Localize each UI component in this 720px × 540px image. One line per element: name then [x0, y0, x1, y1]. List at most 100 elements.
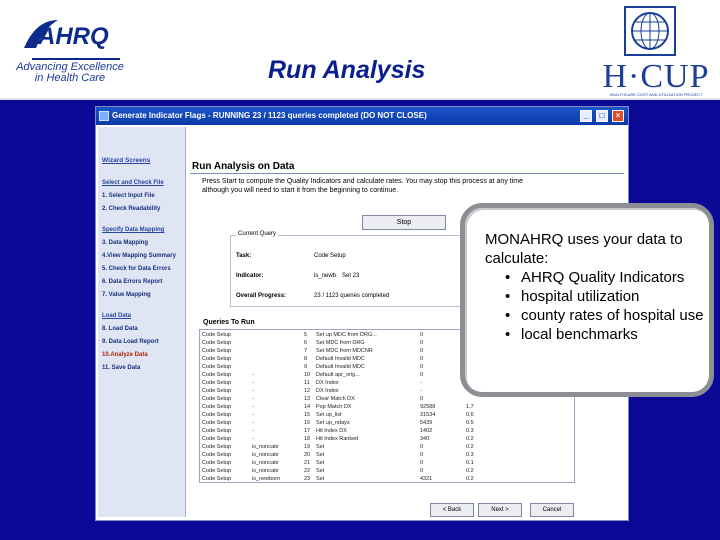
table-row[interactable]: Code Setup - 18 Hit Index Ranked 340 0.2 [200, 436, 574, 443]
table-cell: 1402 [420, 428, 433, 434]
table-cell: Code Setup [202, 476, 232, 482]
table-cell: 5439 [420, 420, 433, 426]
task-value: Code Setup [314, 253, 346, 259]
table-row[interactable]: Code Setup is_newborn 23 Set 4321 0.2 [200, 476, 574, 482]
wizard-step-current[interactable]: 10.Analyze Data [102, 352, 148, 358]
table-cell: Set [316, 452, 325, 458]
table-row[interactable]: Code Setup is_noncate 20 Set 0 0.3 [200, 452, 574, 459]
table-row[interactable]: Code Setup - 15 Set up_list 31534 0.6 [200, 412, 574, 419]
table-cell: 0 [420, 452, 424, 458]
wizard-title: Wizard Screens [102, 157, 151, 164]
table-row[interactable]: Code Setup - 14 Pop Match DX 92588 1.7 [200, 404, 574, 411]
content-description: Press Start to compute the Quality Indic… [202, 178, 523, 194]
wizard-step[interactable]: 6. Data Errors Report [102, 279, 162, 285]
table-cell: - [252, 404, 254, 410]
maximize-button[interactable]: □ [596, 110, 608, 122]
table-cell: Code Setup [202, 436, 232, 442]
table-cell: 12 [304, 388, 311, 394]
table-cell: - [420, 388, 422, 394]
table-cell: Default Invalid MDC [316, 364, 365, 370]
table-cell: is_noncate [252, 460, 279, 466]
table-row[interactable]: Code Setup - 16 Set up_ndays 5439 0.5 [200, 420, 574, 427]
ahrq-tagline: Advancing Excellence in Health Care [16, 61, 124, 84]
table-row[interactable]: Code Setup - 17 Hit Index DX 1402 0.3 [200, 428, 574, 435]
table-cell: 18 [304, 436, 311, 442]
table-cell: 4321 [420, 476, 433, 482]
wizard-step[interactable]: 7. Value Mapping [102, 292, 151, 298]
table-cell: - [252, 396, 254, 402]
table-cell: - [252, 412, 254, 418]
table-cell: 14 [304, 404, 311, 410]
table-cell: Code Setup [202, 420, 232, 426]
wizard-step[interactable]: 8. Load Data [102, 326, 138, 332]
table-cell: 0 [420, 356, 424, 362]
table-cell: 1.7 [466, 404, 474, 410]
table-cell: 0.3 [466, 428, 474, 434]
table-cell: 0.6 [466, 412, 474, 418]
hcup-logo: H·CUP HEALTHCARE COST AND UTILIZATION PR… [596, 6, 716, 98]
wizard-step[interactable]: 1. Select Input File [102, 193, 155, 199]
table-cell: 340 [420, 436, 430, 442]
table-cell: is_noncate [252, 452, 279, 458]
callout-text: MONAHRQ uses your data to calculate: AHR… [485, 230, 715, 344]
table-row[interactable]: Code Setup is_noncate 22 Set 0 0.2 [200, 468, 574, 475]
close-button[interactable]: × [612, 110, 624, 122]
wizard-step[interactable]: 4.View Mapping Summary [102, 253, 176, 259]
callout-item: AHRQ Quality Indicators [499, 268, 715, 287]
app-icon [99, 111, 109, 121]
slide-title: Run Analysis [268, 56, 426, 84]
callout-item: county rates of hospital use [499, 306, 715, 325]
table-cell: 0 [420, 372, 424, 378]
wizard-step[interactable]: 2. Check Readability [102, 206, 160, 212]
table-cell: 6 [304, 340, 308, 346]
wizard-step[interactable]: 9. Data Load Report [102, 339, 159, 345]
table-cell: Code Setup [202, 372, 232, 378]
table-cell: 0 [420, 332, 424, 338]
table-cell: Code Setup [202, 388, 232, 394]
callout-box: MONAHRQ uses your data to calculate: AHR… [460, 203, 714, 397]
stop-button[interactable]: Stop [362, 215, 446, 230]
table-cell: 10 [304, 372, 311, 378]
table-cell: 31534 [420, 412, 436, 418]
wizard-step[interactable]: 11. Save Data [102, 365, 140, 371]
table-cell: 21 [304, 460, 311, 466]
progress-label: Overall Progress: [236, 293, 287, 299]
table-cell: 15 [304, 412, 311, 418]
table-cell: Hit Index DX [316, 428, 347, 434]
table-cell: 8 [304, 356, 308, 362]
minimize-button[interactable]: _ [580, 110, 592, 122]
callout-intro: MONAHRQ uses your data to calculate: [485, 231, 683, 267]
next-button[interactable]: Next > [478, 503, 522, 517]
table-cell: 0 [420, 348, 424, 354]
table-cell: Code Setup [202, 396, 232, 402]
table-cell: Code Setup [202, 380, 232, 386]
slide: AHRQ Advancing Excellence in Health Care… [0, 0, 720, 540]
content-divider [190, 173, 624, 174]
table-cell: is_newborn [252, 476, 281, 482]
table-cell: Set [316, 460, 325, 466]
table-row[interactable]: Code Setup - 13 Clear Match DX 0 [200, 396, 574, 403]
table-cell: 0.2 [466, 468, 474, 474]
current-query-title: Current Query [236, 231, 279, 237]
ahrq-logo: AHRQ Advancing Excellence in Health Care [14, 10, 126, 92]
wizard-step[interactable]: 5. Check for Data Errors [102, 266, 171, 272]
table-cell: 0 [420, 340, 424, 346]
callout-list: AHRQ Quality Indicators hospital utiliza… [499, 268, 715, 344]
table-cell: Code Setup [202, 444, 232, 450]
ahrq-logo-rule [32, 58, 120, 60]
table-cell: is_noncate [252, 468, 279, 474]
table-cell: Set [316, 468, 325, 474]
table-cell: 92588 [420, 404, 436, 410]
svg-text:AHRQ: AHRQ [37, 23, 109, 50]
table-row[interactable]: Code Setup is_noncate 21 Set 0 0.1 [200, 460, 574, 467]
table-row[interactable]: Code Setup is_noncate 19 Set 0 0.2 [200, 444, 574, 451]
cancel-button[interactable]: Cancel [530, 503, 574, 517]
table-cell: DX Index [316, 380, 339, 386]
table-cell: Code Setup [202, 364, 232, 370]
table-cell: is_noncate [252, 444, 279, 450]
table-cell: 0 [420, 444, 424, 450]
table-cell: Hit Index Ranked [316, 436, 359, 442]
wizard-step[interactable]: 3. Data Mapping [102, 240, 148, 246]
back-button[interactable]: < Back [430, 503, 474, 517]
queries-title: Queries To Run [203, 319, 255, 326]
